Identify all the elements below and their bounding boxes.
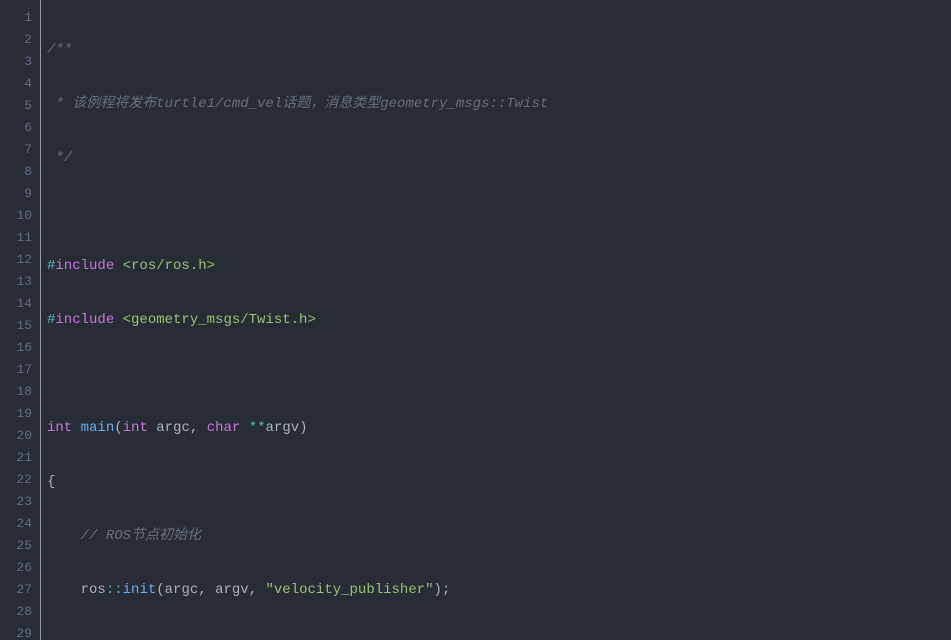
code-line[interactable]: // ROS节点初始化 (47, 525, 951, 547)
space (114, 258, 122, 274)
line-number: 27 (0, 579, 40, 601)
ident: argv (215, 582, 249, 598)
line-number: 1 (0, 7, 40, 29)
line-number: 26 (0, 557, 40, 579)
code-line[interactable]: #include <geometry_msgs/Twist.h> (47, 309, 951, 331)
line-number: 16 (0, 337, 40, 359)
semicolon: ; (442, 582, 450, 598)
line-number: 3 (0, 51, 40, 73)
code-line[interactable]: ros::init(argc, argv, "velocity_publishe… (47, 579, 951, 601)
code-line[interactable]: #include <ros/ros.h> (47, 255, 951, 277)
line-number: 22 (0, 469, 40, 491)
stars: ** (249, 420, 266, 436)
include-keyword: include (55, 258, 114, 274)
line-number: 7 (0, 139, 40, 161)
func-main: main (81, 420, 115, 436)
ident: ros (81, 582, 106, 598)
code-editor[interactable]: 1 2 3 4 5 6 7 8 9 10 11 12 13 14 15 16 1… (0, 0, 951, 640)
code-line[interactable] (47, 201, 951, 223)
line-number: 17 (0, 359, 40, 381)
header-path: <geometry_msgs/Twist.h> (123, 312, 316, 328)
line-number: 5 (0, 95, 40, 117)
line-number: 6 (0, 117, 40, 139)
code-line[interactable] (47, 633, 951, 640)
string-literal: "velocity_publisher" (266, 582, 434, 598)
ident: argc (165, 582, 199, 598)
comma: , (198, 582, 215, 598)
line-number: 21 (0, 447, 40, 469)
line-number: 15 (0, 315, 40, 337)
ident: argc (156, 420, 190, 436)
line-number: 8 (0, 161, 40, 183)
scope-op: :: (106, 582, 123, 598)
line-number: 23 (0, 491, 40, 513)
line-number: 20 (0, 425, 40, 447)
code-line[interactable]: */ (47, 147, 951, 169)
code-line[interactable]: /** (47, 39, 951, 61)
indent (47, 582, 81, 598)
line-number: 28 (0, 601, 40, 623)
code-line[interactable]: { (47, 471, 951, 493)
line-number: 14 (0, 293, 40, 315)
code-area[interactable]: /** * 该例程将发布turtle1/cmd_vel话题，消息类型geomet… (41, 0, 951, 640)
code-line[interactable] (47, 363, 951, 385)
paren: ( (114, 420, 122, 436)
line-number: 18 (0, 381, 40, 403)
ident: argv (266, 420, 300, 436)
code-line[interactable]: int main(int argc, char **argv) (47, 417, 951, 439)
paren: ( (156, 582, 164, 598)
line-number: 4 (0, 73, 40, 95)
brace: { (47, 474, 55, 490)
line-number: 13 (0, 271, 40, 293)
space (72, 420, 80, 436)
space (148, 420, 156, 436)
type-char: char (207, 420, 241, 436)
comma: , (190, 420, 207, 436)
space (114, 312, 122, 328)
header-path: <ros/ros.h> (123, 258, 215, 274)
comma: , (249, 582, 266, 598)
line-number: 11 (0, 227, 40, 249)
type-int: int (123, 420, 148, 436)
line-number: 2 (0, 29, 40, 51)
comment: // ROS节点初始化 (81, 528, 201, 544)
line-number: 10 (0, 205, 40, 227)
type-int: int (47, 420, 72, 436)
line-number: 24 (0, 513, 40, 535)
include-keyword: include (55, 312, 114, 328)
indent (47, 528, 81, 544)
space (240, 420, 248, 436)
line-number: 19 (0, 403, 40, 425)
comment: /** (47, 42, 72, 58)
comment: * 该例程将发布turtle1/cmd_vel话题，消息类型geometry_m… (47, 96, 548, 112)
comment: */ (47, 150, 72, 166)
line-number: 29 (0, 623, 40, 640)
func-init: init (123, 582, 157, 598)
line-number-gutter: 1 2 3 4 5 6 7 8 9 10 11 12 13 14 15 16 1… (0, 0, 41, 640)
paren: ) (299, 420, 307, 436)
line-number: 25 (0, 535, 40, 557)
line-number: 12 (0, 249, 40, 271)
line-number: 9 (0, 183, 40, 205)
paren: ) (434, 582, 442, 598)
code-line[interactable]: * 该例程将发布turtle1/cmd_vel话题，消息类型geometry_m… (47, 93, 951, 115)
